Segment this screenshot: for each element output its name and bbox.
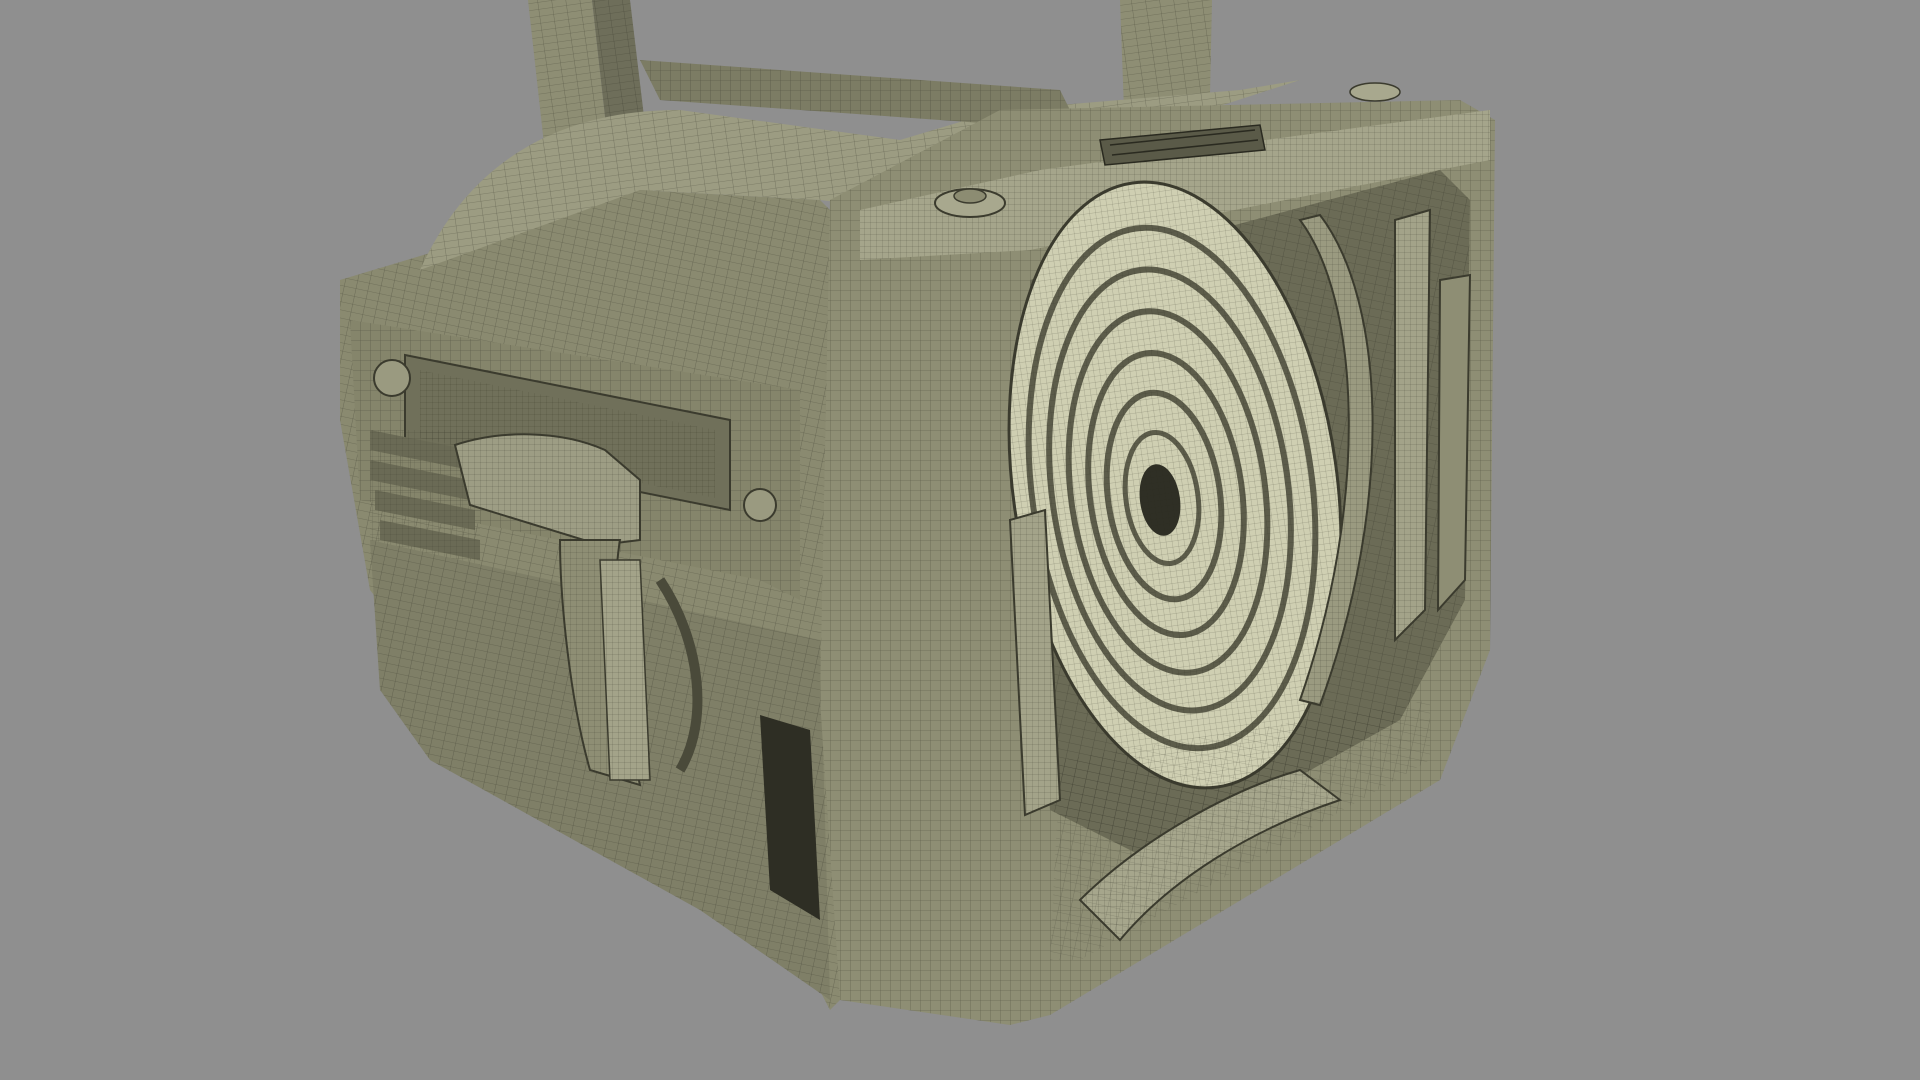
viewport (0, 0, 1920, 1080)
model-render (340, 0, 1495, 1025)
